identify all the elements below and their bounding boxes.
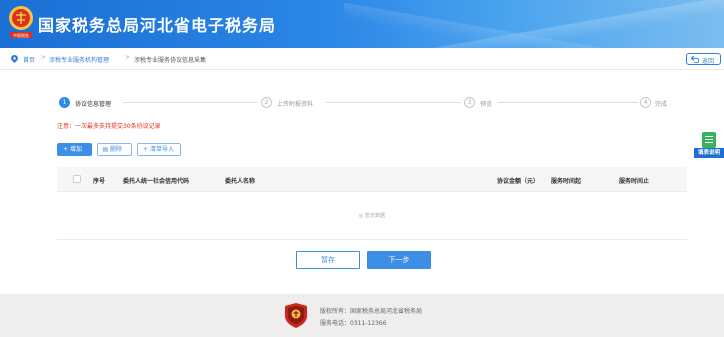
return-arrow-icon (691, 56, 699, 63)
copyright-text: 版权所有：国家税务总局河北省税务局 (320, 308, 423, 315)
step-3-circle: 3 (464, 97, 475, 108)
breadcrumb-agency-management[interactable]: 涉税专业服务机构管理 (49, 55, 109, 64)
emblem-text: 中国税务 (13, 32, 29, 38)
step-connector (326, 102, 461, 103)
form-instructions-widget[interactable]: 填表说明 (694, 132, 724, 160)
document-icon (702, 132, 716, 148)
breadcrumb-home[interactable]: 首页 (23, 55, 35, 64)
back-label: 返回 (702, 58, 715, 65)
step-connector (123, 102, 258, 103)
empty-data-text: ◎ 暂无数据 (359, 213, 385, 219)
step-3-label: 预览 (480, 101, 493, 108)
import-label: 清单导入 (150, 146, 175, 153)
submission-limit-notice: 注意：一次最多支持提交30条协议记录 (57, 123, 161, 130)
form-instructions-label: 填表说明 (694, 148, 724, 158)
site-title: 国家税务总局河北省电子税务局 (38, 16, 277, 35)
step-connector (498, 102, 638, 103)
tax-emblem-icon: 中国税务 (9, 6, 33, 38)
column-header-client-name: 委托人名称 (225, 178, 256, 185)
step-1-label: 协议信息管理 (75, 101, 112, 108)
column-header-service-end: 服务时间止 (619, 178, 650, 185)
step-4-label: 完成 (655, 101, 668, 108)
breadcrumb: 首页 > 涉税专业服务机构管理 > 涉税专业服务协议信息采集 (0, 48, 724, 70)
column-header-amount: 协议金额（元） (497, 178, 540, 185)
site-footer: 版权所有：国家税务总局河北省税务局 服务电话：0311-12366 (0, 294, 724, 337)
column-header-credit-code: 委托人统一社会信用代码 (123, 178, 190, 185)
save-draft-button[interactable]: 暂存 (296, 251, 360, 269)
step-4-circle: 4 (640, 97, 651, 108)
location-pin-icon (11, 55, 18, 63)
next-step-button[interactable]: 下一步 (367, 251, 431, 269)
breadcrumb-current: 涉税专业服务协议信息采集 (134, 57, 207, 64)
import-list-button[interactable]: + 清单导入 (137, 143, 181, 156)
add-button[interactable]: + 增加 (57, 143, 92, 156)
delete-label: 删除 (110, 146, 123, 153)
step-2-label: 上传附报资料 (277, 101, 314, 108)
back-button[interactable]: 返回 (686, 53, 721, 65)
column-header-service-start: 服务时间起 (551, 178, 582, 185)
breadcrumb-separator: > (125, 54, 131, 61)
select-all-checkbox[interactable] (73, 175, 81, 183)
step-1-circle: 1 (59, 97, 70, 108)
breadcrumb-separator: > (41, 54, 47, 61)
service-phone-text: 服务电话：0311-12366 (320, 320, 387, 327)
table-body: ◎ 暂无数据 (57, 192, 687, 240)
trash-icon: ▤ (102, 146, 109, 153)
column-header-index: 序号 (93, 178, 106, 185)
plus-icon: + (62, 146, 69, 153)
table-header: 序号 委托人统一社会信用代码 委托人名称 协议金额（元） 服务时间起 服务时间止 (57, 167, 687, 192)
step-2-circle: 2 (261, 97, 272, 108)
delete-button[interactable]: ▤ 删除 (97, 143, 132, 156)
site-header: 中国税务 国家税务总局河北省电子税务局 (0, 0, 724, 48)
tax-shield-logo-icon (285, 303, 307, 328)
great-wall-graphic (344, 0, 724, 48)
plus-icon: + (142, 146, 149, 153)
add-label: 增加 (70, 146, 83, 153)
